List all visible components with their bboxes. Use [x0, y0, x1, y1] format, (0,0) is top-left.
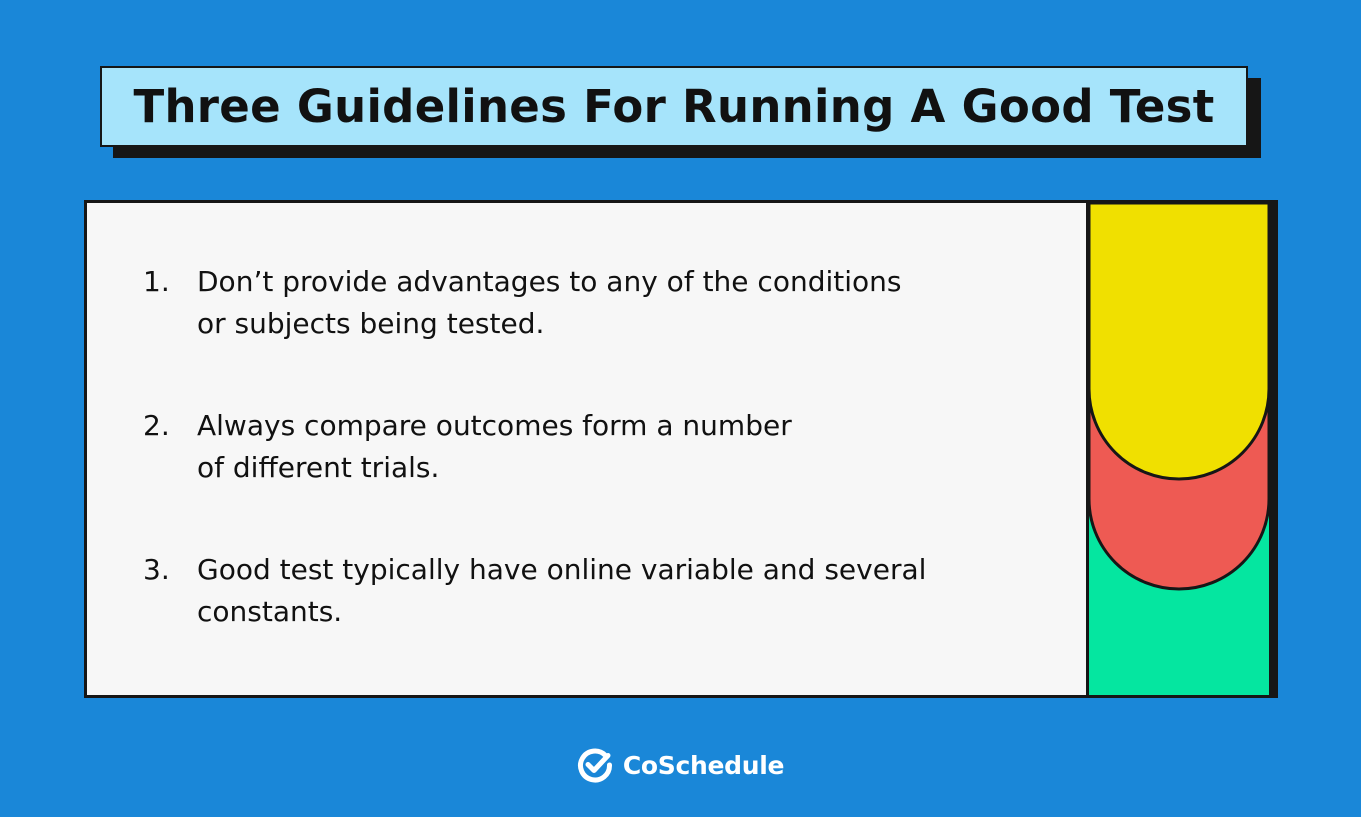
guidelines-panel: 1. Don’t provide advantages to any of th…: [87, 203, 1086, 695]
decorative-color-stripe: [1089, 203, 1269, 695]
checkmark-circle-icon: [577, 748, 612, 783]
yellow-arch-segment: [1089, 203, 1269, 481]
guideline-number: 3.: [143, 553, 170, 586]
guideline-text: Always compare outcomes form a number of…: [197, 409, 792, 484]
guideline-number: 2.: [143, 409, 170, 442]
page-title: Three Guidelines For Running A Good Test: [133, 80, 1215, 133]
brand-name: CoSchedule: [622, 750, 785, 780]
guideline-text: Good test typically have online variable…: [197, 553, 927, 628]
guideline-text: Don’t provide advantages to any of the c…: [197, 265, 902, 340]
guidelines-card: 1. Don’t provide advantages to any of th…: [84, 200, 1278, 698]
guideline-item-2: 2. Always compare outcomes form a number…: [143, 405, 792, 489]
title-banner: Three Guidelines For Running A Good Test: [100, 66, 1248, 147]
infographic-canvas: { "title": "Three Guidelines For Running…: [0, 0, 1361, 817]
guideline-number: 1.: [143, 265, 170, 298]
guidelines-list: 1. Don’t provide advantages to any of th…: [87, 203, 1086, 695]
guideline-item-3: 3. Good test typically have online varia…: [143, 549, 926, 633]
stacked-arches-graphic: [1089, 203, 1269, 695]
guideline-item-1: 1. Don’t provide advantages to any of th…: [143, 261, 901, 345]
brand-footer: CoSchedule: [0, 740, 1361, 790]
